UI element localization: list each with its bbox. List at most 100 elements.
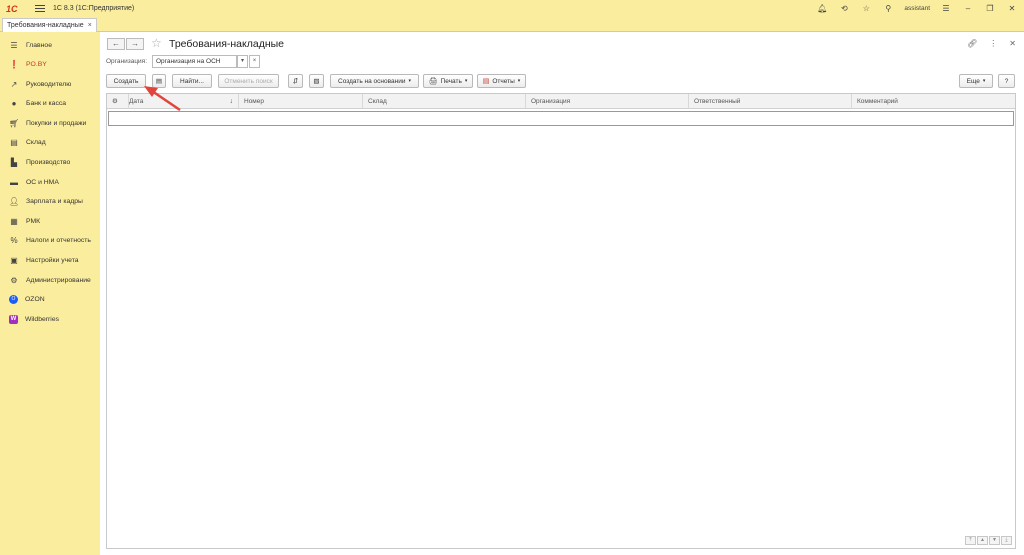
sidebar-item-label: PO.BY — [26, 60, 47, 68]
more-vert-icon[interactable]: ⋮ — [989, 39, 997, 48]
find-button[interactable]: Найти... — [172, 74, 212, 88]
sidebar-item-main[interactable]: ☰ Главное — [0, 36, 100, 54]
title-bar: 1С 1С 8.3 (1С:Предприятие) 🔔︎ ⟲ ☆ ⚲ assi… — [0, 0, 1024, 17]
column-organization[interactable]: Организация — [526, 94, 689, 109]
table-scroll-controls: ⤒ ▲ ▼ ⤓ — [965, 536, 1012, 545]
table-row-selected[interactable] — [108, 111, 1014, 126]
sidebar-item-taxes[interactable]: % Налоги и отчетность — [0, 231, 100, 249]
user-name[interactable]: assistant — [904, 5, 930, 12]
more-label: Еще — [966, 77, 980, 85]
cart-icon: 🛒︎ — [9, 118, 20, 128]
app-title: 1С 8.3 (1С:Предприятие) — [53, 5, 135, 12]
tab-close-icon[interactable]: × — [88, 22, 92, 29]
column-comment[interactable]: Комментарий — [852, 94, 1015, 109]
help-button[interactable]: ? — [998, 74, 1015, 88]
ozon-icon: O — [9, 294, 18, 304]
restore-icon[interactable]: ❐ — [984, 4, 996, 13]
sidebar-item-label: Wildberries — [25, 315, 59, 323]
caret-down-icon: ▾ — [464, 78, 468, 84]
register-icon: ▦ — [10, 216, 18, 226]
create-based-button[interactable]: Создать на основании ▾ — [330, 74, 419, 88]
create-button[interactable]: Создать — [106, 74, 146, 88]
copy-icon: ▤ — [155, 78, 163, 85]
bank-icon: ● — [11, 98, 17, 108]
close-window-icon[interactable]: ✕ — [1006, 4, 1018, 13]
settings-menu-icon[interactable]: ☰ — [940, 4, 952, 13]
favorite-star-icon[interactable]: ☆ — [151, 36, 162, 50]
scroll-up-icon[interactable]: ▲ — [977, 536, 988, 545]
sidebar-item-label: Руководителю — [26, 80, 72, 88]
documents-table[interactable]: ⚙ Дата ↓ Номер Склад Организация Ответств… — [106, 93, 1016, 549]
sidebar-item-label: OZON — [25, 295, 45, 303]
create-based-label: Создать на основании — [338, 77, 406, 85]
sidebar-item-poby[interactable]: ❗ PO.BY — [0, 55, 100, 73]
copy-button[interactable]: ▤ — [152, 74, 166, 88]
sidebar-item-bank[interactable]: ● Банк и касса — [0, 94, 100, 112]
sidebar-item-label: ОС и НМА — [26, 178, 59, 186]
link-icon[interactable]: 🔗︎ — [967, 39, 977, 48]
column-number[interactable]: Номер — [239, 94, 363, 109]
forward-button[interactable]: → — [126, 38, 144, 50]
chart-icon: ↗ — [10, 79, 18, 89]
gear-icon: ⚙ — [10, 275, 18, 285]
app-logo: 1С — [6, 3, 18, 14]
unpost-button[interactable]: ▧ — [309, 74, 324, 88]
print-button[interactable]: 🖨︎ Печать ▾ — [423, 74, 473, 88]
tab-trebovaniya[interactable]: Требования-накладные × — [2, 18, 97, 32]
sidebar-item-label: Зарплата и кадры — [26, 197, 83, 205]
sidebar-item-wildberries[interactable]: W Wildberries — [0, 310, 100, 328]
person-icon: 👤︎ — [9, 196, 20, 206]
sidebar-item-ozon[interactable]: O OZON — [0, 290, 100, 308]
column-date[interactable]: Дата ↓ — [124, 94, 239, 109]
post-button[interactable]: ⇵ — [288, 74, 303, 88]
sidebar-item-warehouse[interactable]: ▤ Склад — [0, 133, 100, 151]
reports-button[interactable]: ▤ Отчеты ▾ — [477, 74, 526, 88]
sort-down-icon: ↓ — [229, 98, 234, 105]
sidebar-item-label: Администрирование — [26, 276, 91, 284]
favorites-star-icon[interactable]: ☆ — [860, 4, 872, 13]
alert-icon: ❗ — [9, 59, 19, 69]
caret-down-icon: ▾ — [982, 78, 986, 84]
back-button[interactable]: ← — [107, 38, 125, 50]
table-header: ⚙ Дата ↓ Номер Склад Организация Ответств… — [107, 94, 1015, 109]
bell-icon[interactable]: 🔔︎ — [816, 4, 828, 13]
post-icon: ⇵ — [292, 78, 299, 85]
sidebar-item-production[interactable]: ▙ Производство — [0, 153, 100, 171]
sidebar-item-manager[interactable]: ↗ Руководителю — [0, 75, 100, 93]
scroll-down-icon[interactable]: ▼ — [989, 536, 1000, 545]
more-button[interactable]: Еще ▾ — [959, 74, 993, 88]
truck-icon: ▬ — [10, 177, 18, 187]
minimize-icon[interactable]: – — [962, 4, 974, 13]
sidebar-item-salary[interactable]: 👤︎ Зарплата и кадры — [0, 192, 100, 210]
org-dropdown-icon[interactable]: ▾ — [237, 55, 248, 68]
main-menu-icon[interactable] — [35, 5, 45, 12]
scroll-bottom-icon[interactable]: ⤓ — [1001, 536, 1012, 545]
sidebar: ☰ Главное ❗ PO.BY ↗ Руководителю ● Банк и ка… — [0, 32, 100, 555]
scroll-top-icon[interactable]: ⤒ — [965, 536, 976, 545]
cancel-search-button[interactable]: Отменить поиск — [218, 74, 279, 88]
sidebar-item-rmk[interactable]: ▦ РМК — [0, 212, 100, 230]
column-warehouse[interactable]: Склад — [363, 94, 526, 109]
search-icon[interactable]: ⚲ — [882, 4, 894, 13]
sidebar-item-accounting-settings[interactable]: ▣ Настройки учета — [0, 251, 100, 269]
sidebar-item-purchases[interactable]: 🛒︎ Покупки и продажи — [0, 114, 100, 132]
sidebar-item-admin[interactable]: ⚙ Администрирование — [0, 271, 100, 289]
sidebar-item-label: РМК — [26, 217, 41, 225]
sidebar-item-label: Производство — [26, 158, 71, 166]
main-panel: ← → ☆ Требования-накладные 🔗︎ ⋮ ✕ Органи… — [101, 32, 1024, 555]
tab-bar: Требования-накладные × — [0, 17, 1024, 32]
sidebar-item-label: Главное — [26, 41, 52, 49]
history-icon[interactable]: ⟲ — [838, 4, 850, 13]
report-icon: ▤ — [482, 78, 490, 85]
close-form-icon[interactable]: ✕ — [1009, 39, 1016, 48]
sidebar-item-label: Покупки и продажи — [26, 119, 87, 127]
wildberries-icon: W — [9, 314, 18, 324]
caret-down-icon: ▾ — [517, 78, 521, 84]
column-responsible[interactable]: Ответственный — [689, 94, 852, 109]
tax-icon: % — [10, 235, 18, 245]
printer-icon: 🖨︎ — [428, 78, 438, 85]
org-field[interactable]: Организация на ОСН — [152, 55, 237, 68]
org-clear-icon[interactable]: × — [249, 55, 260, 68]
warehouse-icon: ▤ — [10, 137, 18, 147]
sidebar-item-assets[interactable]: ▬ ОС и НМА — [0, 173, 100, 191]
